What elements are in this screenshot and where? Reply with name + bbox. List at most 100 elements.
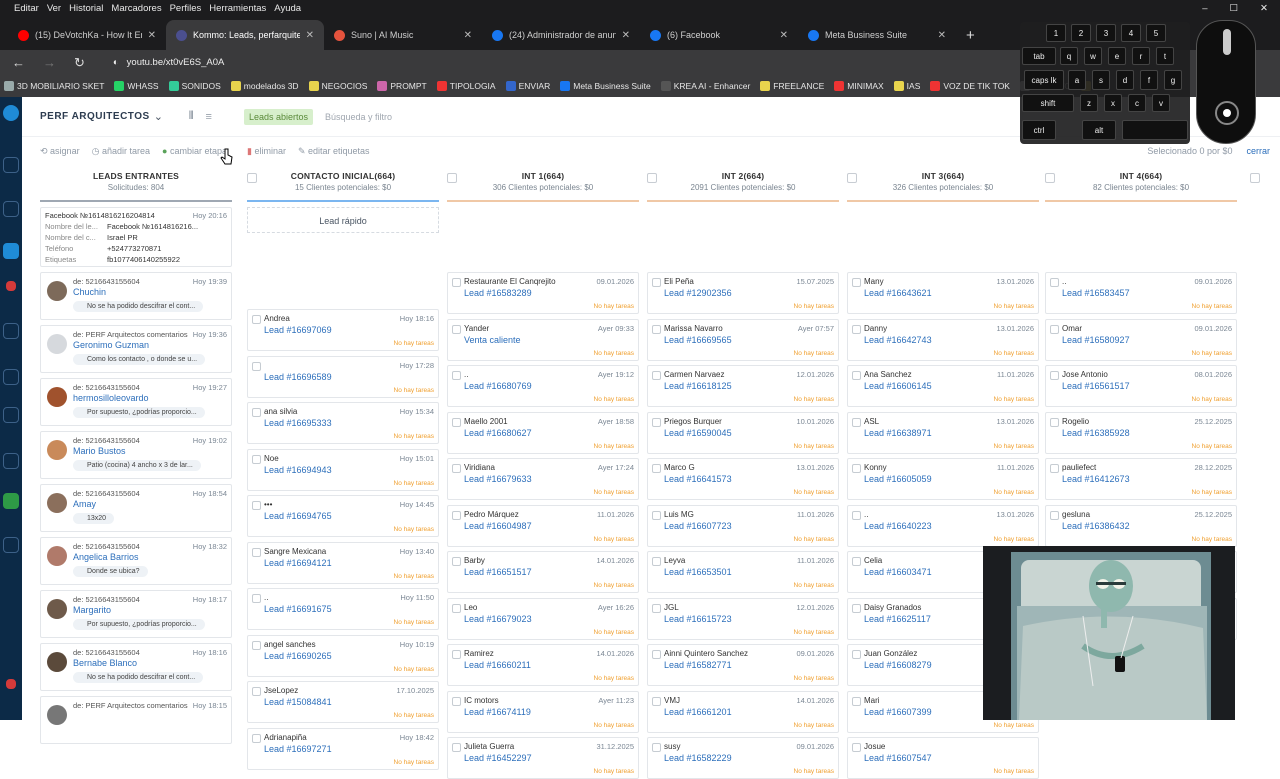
filter-chip[interactable]: Leads abiertos bbox=[243, 108, 313, 125]
lead-checkbox[interactable] bbox=[252, 361, 261, 371]
lead-checkbox[interactable] bbox=[652, 743, 661, 752]
lead-card[interactable]: ••• Hoy 14:45 Lead #16694765 No hay tareas bbox=[247, 495, 439, 537]
lead-card[interactable]: Rogelio 25.12.2025 Lead #16385928 No hay ta… bbox=[1045, 411, 1237, 454]
lead-checkbox[interactable] bbox=[852, 696, 861, 706]
lead-checkbox[interactable] bbox=[252, 733, 261, 743]
tab-close-icon[interactable]: ✕ bbox=[464, 30, 472, 41]
lead-card[interactable]: Adrianapiña Hoy 18:42 Lead #16697271 No hay… bbox=[247, 727, 439, 770]
pipeline-settings-icon[interactable]: ⫴ bbox=[189, 110, 194, 123]
lead-checkbox[interactable] bbox=[252, 640, 261, 650]
lead-link[interactable]: Lead #16651517 bbox=[464, 567, 532, 577]
lead-link[interactable]: Lead #16691675 bbox=[264, 604, 332, 614]
lead-checkbox[interactable] bbox=[652, 696, 661, 706]
nav-whatsapp-icon[interactable] bbox=[3, 537, 19, 553]
lead-checkbox[interactable] bbox=[452, 371, 461, 380]
url-field[interactable]: ◐ youtu.be/xt0vE6S_A0A bbox=[113, 57, 224, 68]
lead-checkbox[interactable] bbox=[652, 324, 661, 334]
lead-name[interactable]: Chuchin bbox=[73, 287, 106, 297]
lead-card[interactable]: Jose Antonio 08.01.2026 Lead #16561517 No h… bbox=[1045, 365, 1237, 407]
lead-card[interactable]: Marissa Navarro Ayer 07:57 Lead #16669565 N… bbox=[647, 318, 839, 361]
bookmark-item[interactable]: FREELANCE bbox=[760, 81, 824, 91]
lead-link[interactable]: Lead #16680627 bbox=[464, 428, 532, 438]
menu-item-perfiles[interactable]: Perfiles bbox=[170, 3, 202, 14]
bookmark-item[interactable]: VOZ DE TIK TOK bbox=[930, 81, 1010, 91]
lead-checkbox[interactable] bbox=[1050, 417, 1059, 427]
lead-card[interactable]: gesluna 25.12.2025 Lead #16386432 No hay ta… bbox=[1045, 504, 1237, 547]
reload-icon[interactable]: ↻ bbox=[74, 55, 85, 71]
lead-card[interactable]: Andrea Hoy 18:16 Lead #16697069 No hay tare… bbox=[247, 309, 439, 351]
lead-link[interactable]: Lead #16607547 bbox=[864, 753, 932, 763]
lead-link[interactable]: Lead #16643621 bbox=[864, 288, 932, 298]
incoming-lead-card[interactable]: de: PERF Arquitectos comentarios Hoy 18:1… bbox=[40, 696, 232, 744]
menu-item-marcadores[interactable]: Marcadores bbox=[111, 3, 161, 14]
menu-item-ver[interactable]: Ver bbox=[47, 3, 61, 14]
lead-link[interactable]: Lead #16583289 bbox=[464, 288, 532, 298]
lead-checkbox[interactable] bbox=[252, 687, 261, 696]
incoming-lead-card[interactable]: de: 5216643155604 Hoy 18:32 Angelica Barri… bbox=[40, 537, 232, 585]
lead-checkbox[interactable] bbox=[452, 743, 461, 752]
lead-checkbox[interactable] bbox=[452, 603, 461, 613]
lead-link[interactable]: Lead #16385928 bbox=[1062, 428, 1130, 438]
lead-card[interactable]: Ainni Quintero Sanchez 09.01.2026 Lead #16… bbox=[647, 644, 839, 686]
lead-card[interactable]: .. 09.01.2026 Lead #16583457 No hay tareas bbox=[1045, 272, 1237, 314]
lead-card[interactable]: JGL 12.01.2026 Lead #16615723 No hay tareas bbox=[647, 597, 839, 640]
nav-listas-icon[interactable] bbox=[3, 369, 19, 385]
site-info-icon[interactable]: ◐ bbox=[113, 57, 119, 68]
bookmark-item[interactable]: SONIDOS bbox=[168, 81, 221, 91]
lead-link[interactable]: Lead #16697271 bbox=[264, 744, 332, 754]
lead-link[interactable]: Lead #16625117 bbox=[864, 614, 931, 624]
nav-correo-icon[interactable] bbox=[3, 407, 19, 423]
lead-checkbox[interactable] bbox=[1050, 324, 1059, 334]
lead-card[interactable]: Eli Peña 15.07.2025 Lead #12902356 No hay t… bbox=[647, 272, 839, 314]
lead-checkbox[interactable] bbox=[452, 650, 461, 659]
lead-link[interactable]: Lead #12902356 bbox=[664, 288, 732, 298]
lead-link[interactable]: Lead #16697069 bbox=[264, 325, 332, 335]
close-window-icon[interactable]: ✕ bbox=[1260, 3, 1268, 14]
lead-link[interactable]: Lead #16580927 bbox=[1062, 335, 1130, 345]
nav-estadisticas-icon[interactable] bbox=[3, 453, 19, 469]
lead-card[interactable]: Konny 11.01.2026 Lead #16605059 No hay tare… bbox=[847, 458, 1039, 500]
bookmark-item[interactable]: PROMPT bbox=[377, 81, 427, 91]
lead-card[interactable]: Luis MG 11.01.2026 Lead #16607723 No hay ta… bbox=[647, 504, 839, 547]
lead-checkbox[interactable] bbox=[652, 650, 661, 659]
lead-link[interactable]: Lead #16640223 bbox=[864, 521, 932, 531]
incoming-lead-card[interactable]: de: 5216643155604 Hoy 18:16 Bernabe Blanco… bbox=[40, 643, 232, 691]
lead-link[interactable]: Lead #16386432 bbox=[1062, 521, 1130, 531]
lead-link[interactable]: Lead #16604987 bbox=[464, 521, 532, 531]
lead-checkbox[interactable] bbox=[652, 557, 661, 566]
lead-checkbox[interactable] bbox=[452, 510, 461, 520]
browser-tab[interactable]: Suno | AI Music ✕ bbox=[324, 20, 482, 50]
lead-checkbox[interactable] bbox=[852, 650, 861, 659]
lead-checkbox[interactable] bbox=[852, 464, 861, 473]
browser-tab[interactable]: Meta Business Suite ✕ bbox=[798, 20, 956, 50]
lead-link[interactable]: Lead #16660211 bbox=[464, 660, 531, 670]
chevron-down-icon[interactable]: ⌄ bbox=[154, 110, 163, 123]
lead-checkbox[interactable] bbox=[1050, 371, 1059, 380]
lead-checkbox[interactable] bbox=[852, 417, 861, 427]
bookmark-item[interactable]: modelados 3D bbox=[230, 81, 299, 91]
incoming-lead-card[interactable]: de: 5216643155604 Hoy 19:39 Chuchin No se h… bbox=[40, 272, 232, 320]
nav-inicio-icon[interactable] bbox=[3, 157, 19, 173]
column-select-checkbox[interactable] bbox=[447, 173, 457, 183]
lead-checkbox[interactable] bbox=[1050, 278, 1059, 287]
lead-card[interactable]: Hoy 17:28 Lead #16696589 No hay tareas bbox=[247, 355, 439, 398]
lead-checkbox[interactable] bbox=[652, 464, 661, 473]
lead-card[interactable]: Josue Lead #16607547 No hay tareas bbox=[847, 737, 1039, 779]
lead-checkbox[interactable] bbox=[452, 557, 461, 566]
lead-link[interactable]: Lead #16674119 bbox=[464, 707, 531, 717]
menu-item-historial[interactable]: Historial bbox=[69, 3, 103, 14]
lead-card[interactable]: Omar 09.01.2026 Lead #16580927 No hay tarea… bbox=[1045, 318, 1237, 361]
lead-card[interactable]: ana silvia Hoy 15:34 Lead #16695333 No hay … bbox=[247, 402, 439, 444]
lead-checkbox[interactable] bbox=[252, 547, 261, 557]
nav-leads-icon[interactable] bbox=[3, 243, 19, 259]
lead-link[interactable]: Lead #16680769 bbox=[464, 381, 532, 391]
lead-link[interactable]: Lead #16669565 bbox=[664, 335, 732, 345]
bookmark-item[interactable]: 3D MOBILIARIO SKET bbox=[4, 81, 104, 91]
delete-action[interactable]: ▮ eliminar bbox=[247, 146, 286, 157]
facebook-lead-card[interactable]: Facebook №1614816216204814 Hoy 20:16 Nom… bbox=[40, 207, 232, 267]
lead-name[interactable]: Margarito bbox=[73, 605, 111, 615]
lead-link[interactable]: Lead #16583457 bbox=[1062, 288, 1130, 298]
lead-link[interactable]: Lead #16606145 bbox=[864, 381, 932, 391]
tab-close-icon[interactable]: ✕ bbox=[938, 30, 946, 41]
new-tab-icon[interactable]: + bbox=[956, 20, 985, 50]
